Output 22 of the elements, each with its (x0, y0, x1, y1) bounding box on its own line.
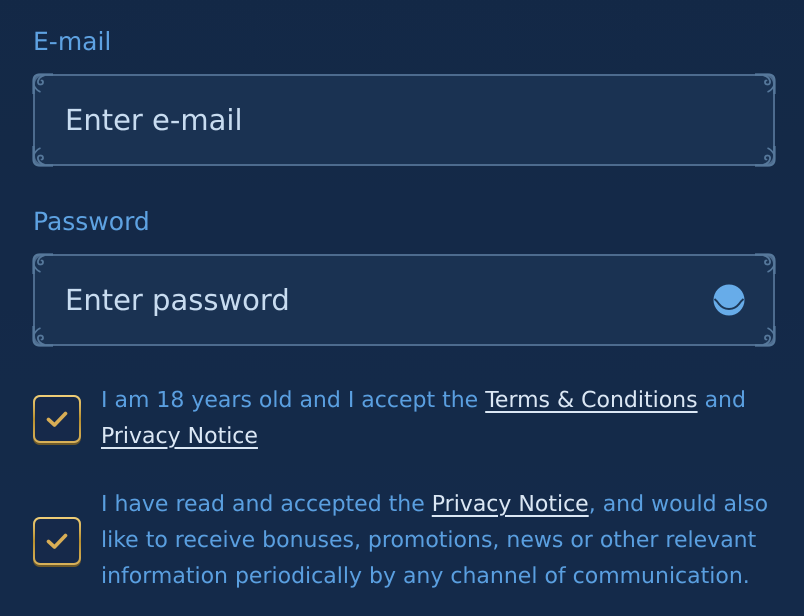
policy-link[interactable]: Terms & Conditions (485, 388, 698, 413)
password-input[interactable]: Enter password (33, 254, 775, 346)
corner-ornament-icon (754, 325, 776, 347)
consent-text: I have read and accepted the Privacy Notice, and would also like to receive bonuses, promotions, news or other relevant information periodically by any channel of communication. (101, 491, 770, 591)
corner-ornament-icon (32, 73, 54, 95)
corner-ornament-icon (754, 73, 776, 95)
consent-text: I am 18 years old and I accept the Terms & Conditions and Privacy Notice (101, 387, 747, 451)
field-label: Password (33, 207, 151, 237)
corner-ornament-icon (32, 253, 54, 275)
field-label: E-mail (33, 27, 112, 57)
checkmark-icon (46, 410, 68, 428)
corner-ornament-icon (754, 253, 776, 275)
eye-icon[interactable] (713, 284, 745, 316)
policy-link[interactable]: Privacy Notice (101, 424, 258, 449)
policy-link[interactable]: Privacy Notice (432, 492, 589, 517)
corner-ornament-icon (32, 325, 54, 347)
corner-ornament-icon (754, 145, 776, 167)
checkbox[interactable] (33, 517, 81, 565)
corner-ornament-icon (32, 145, 54, 167)
checkbox[interactable] (33, 395, 81, 443)
email-input[interactable]: Enter e-mail (33, 74, 775, 166)
checkmark-icon (46, 532, 68, 550)
